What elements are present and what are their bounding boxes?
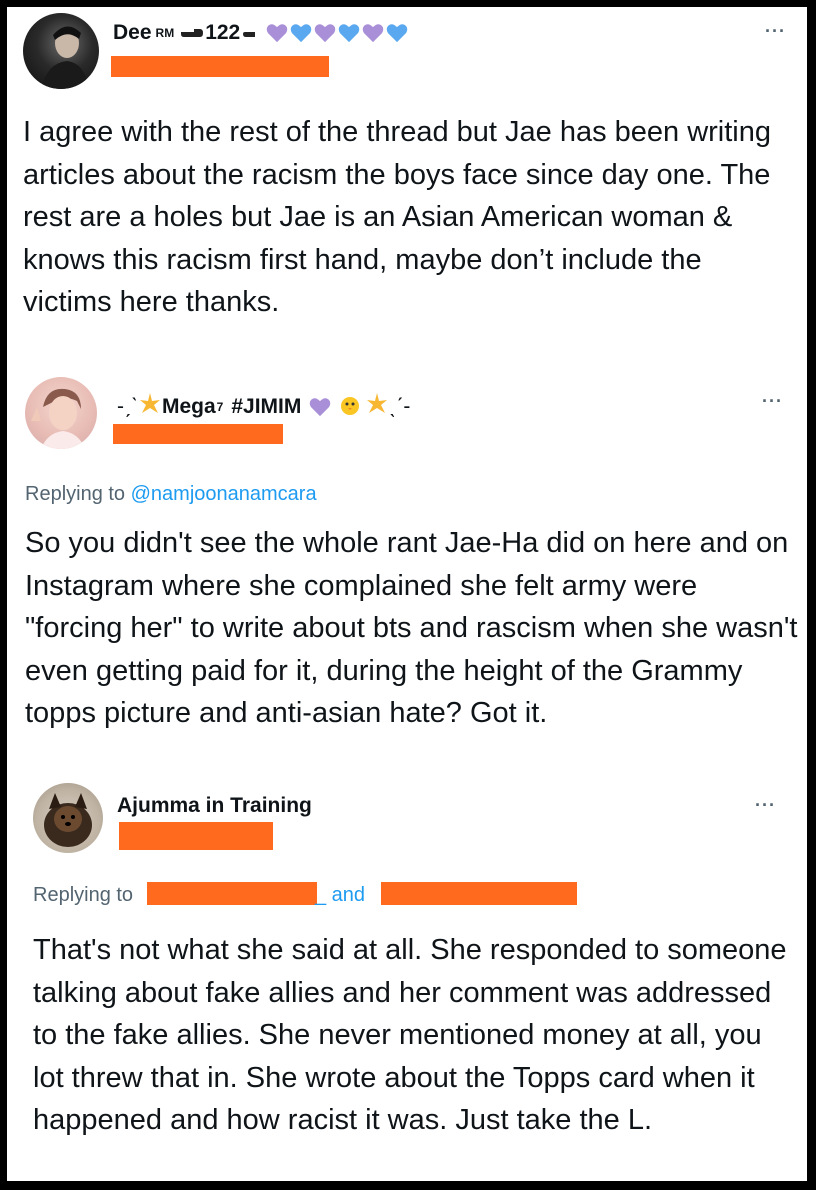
tweet-text: I agree with the rest of the thread but …	[23, 116, 772, 318]
tweet-text: So you didn't see the whole rant Jae-Ha …	[25, 527, 798, 729]
redacted-reply-handle-1[interactable]	[147, 882, 317, 905]
avatar[interactable]	[25, 377, 97, 449]
purple-heart-icon	[362, 24, 384, 43]
redacted-handle	[113, 424, 283, 444]
avatar-portrait-icon	[31, 388, 85, 449]
display-name-superscript: 7	[216, 400, 224, 414]
baby-chick-icon	[337, 392, 363, 422]
display-name[interactable]: Dee RM 122	[113, 21, 410, 45]
pointing-hand-icon	[181, 29, 204, 37]
display-name[interactable]: -ˏˋ Mega 7 #JIMIM ˎˊ-	[117, 392, 410, 422]
purple-heart-icon	[310, 398, 331, 417]
tweet-2: -ˏˋ Mega 7 #JIMIM ˎˊ- ··· Replying to @n…	[7, 367, 807, 767]
reply-and: _ and	[315, 884, 365, 907]
screenshot-frame: Dee RM 122 ··· I agree with the rest of …	[7, 7, 807, 1181]
avatar-portrait-icon	[41, 26, 89, 89]
avatar-dog-icon	[44, 793, 92, 847]
display-name[interactable]: Ajumma in Training	[117, 794, 312, 818]
heart-emoji-row	[266, 23, 410, 43]
name-suffix: ˎˊ-	[389, 395, 411, 418]
avatar[interactable]	[33, 783, 103, 853]
more-options-icon[interactable]: ···	[765, 21, 786, 42]
more-options-icon[interactable]: ···	[755, 795, 776, 816]
pointing-hand-left-icon	[243, 32, 256, 37]
blue-heart-icon	[338, 24, 360, 43]
redacted-reply-handle-2[interactable]	[381, 882, 577, 905]
redacted-handle	[111, 56, 329, 77]
replying-to: Replying to @namjoonanamcara	[25, 483, 317, 506]
purple-heart-icon	[314, 24, 336, 43]
tweet-3: Ajumma in Training ··· Replying to _ and…	[7, 767, 807, 1181]
sparkle-icon	[365, 392, 389, 422]
replying-to-label: Replying to	[25, 483, 126, 505]
reply-and-text: _ and	[315, 884, 366, 906]
purple-heart-icon	[266, 24, 288, 43]
display-name-hashtag: #JIMIM	[231, 395, 302, 418]
more-options-icon[interactable]: ···	[762, 391, 783, 412]
display-name-text: Dee	[113, 21, 152, 44]
tweet-text: That's not what she said at all. She res…	[33, 934, 787, 1136]
display-name-text: Mega	[161, 395, 216, 418]
blue-heart-icon	[290, 24, 312, 43]
replying-to: Replying to	[33, 884, 133, 907]
sparkle-icon	[138, 392, 162, 422]
tweet-1: Dee RM 122 ··· I agree with the rest of …	[7, 7, 807, 367]
avatar[interactable]	[23, 13, 99, 89]
replying-to-label: Replying to	[33, 884, 134, 906]
name-prefix: -ˏˋ	[117, 395, 138, 418]
blue-heart-icon	[386, 24, 408, 43]
reply-handle-link[interactable]: @namjoonanamcara	[131, 483, 317, 505]
redacted-handle	[119, 822, 273, 850]
display-name-superscript: RM	[155, 26, 175, 40]
display-name-number: 122	[205, 21, 241, 44]
